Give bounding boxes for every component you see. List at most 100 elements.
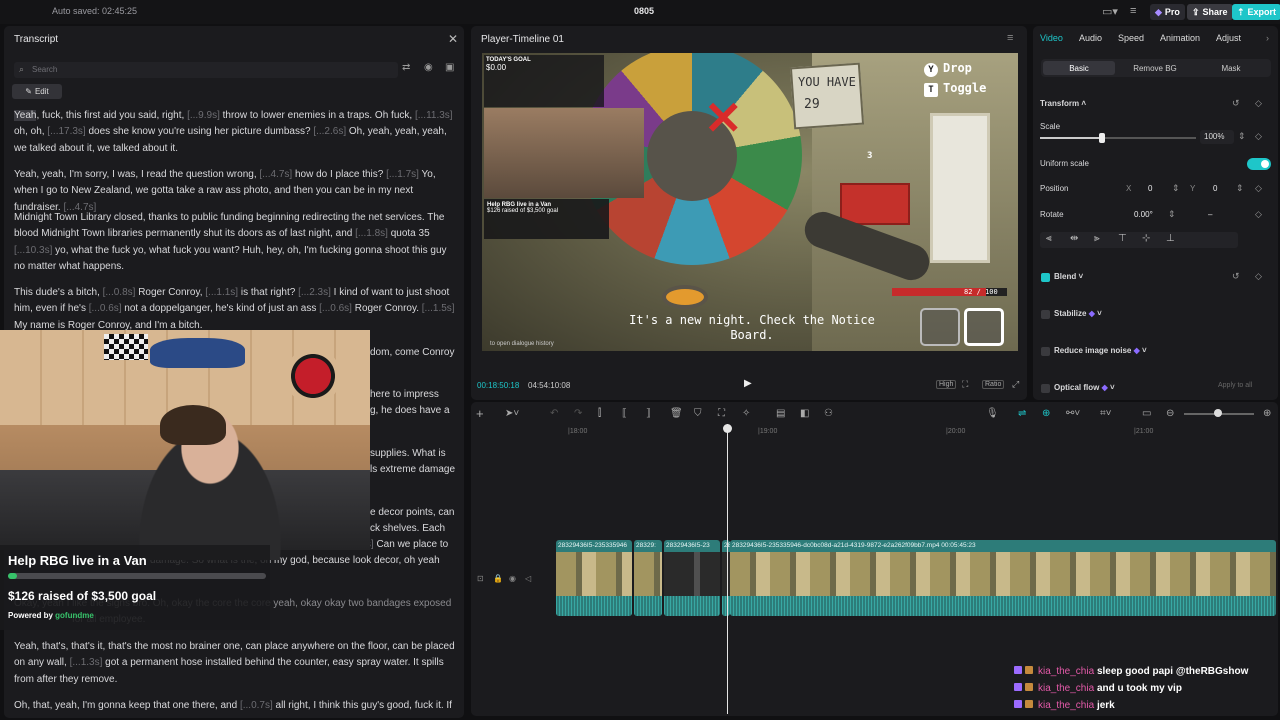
select-tool-icon[interactable]: ➤˅ bbox=[505, 408, 519, 419]
transcript-paragraph[interactable]: Oh, that, yeah, I'm gonna keep that one … bbox=[14, 698, 456, 714]
seg-remove-bg[interactable]: Remove BG bbox=[1119, 61, 1191, 75]
caption-icon[interactable]: ▤ bbox=[776, 408, 785, 419]
fullscreen-icon[interactable]: ⤢ bbox=[1012, 379, 1019, 390]
stepper-icon[interactable]: ⇕ bbox=[1238, 131, 1246, 142]
lock-icon[interactable]: 🔒 bbox=[493, 574, 503, 583]
timeline-clip[interactable]: 28329436I5-23 bbox=[664, 540, 720, 616]
keyframe-icon[interactable]: ◇ bbox=[1255, 131, 1262, 142]
transcript-paragraph[interactable]: Yeah, that's, that's it, that's the most… bbox=[14, 639, 456, 688]
scale-slider[interactable] bbox=[1040, 133, 1196, 143]
person-icon[interactable]: ⚇ bbox=[824, 408, 833, 419]
position-y-field[interactable]: 0 bbox=[1213, 184, 1217, 193]
tab-animation[interactable]: Animation bbox=[1160, 33, 1200, 43]
stepper-icon[interactable]: ⇕ bbox=[1172, 183, 1180, 194]
tab-speed[interactable]: Speed bbox=[1118, 33, 1144, 43]
transcript-paragraph[interactable]: Yeah, fuck, this first aid you said, rig… bbox=[14, 108, 456, 157]
align-center-icon[interactable]: ⇹ bbox=[1070, 233, 1078, 244]
rotate-field[interactable]: 0.00° bbox=[1134, 210, 1153, 219]
volume-icon[interactable]: ◁ bbox=[525, 574, 531, 583]
stepper-icon[interactable]: ⇕ bbox=[1168, 209, 1176, 220]
timeline-clip-selected[interactable]: 28329436I5-235335946-dc0bc08d-a21d-4319-… bbox=[730, 540, 1276, 616]
playhead-handle[interactable] bbox=[723, 424, 732, 433]
zoom-in-icon[interactable]: ⊕ bbox=[1263, 408, 1271, 419]
transform-heading[interactable]: Transform ˄ bbox=[1040, 99, 1086, 108]
apply-to-all-button[interactable]: Apply to all bbox=[1218, 382, 1252, 389]
position-x-field[interactable]: 0 bbox=[1148, 184, 1152, 193]
transcript-paragraph[interactable]: Yeah, yeah, I'm sorry, I was, I read the… bbox=[14, 167, 456, 216]
keyframe-icon[interactable]: ◇ bbox=[1255, 183, 1262, 194]
video-preview[interactable]: ✕ YOU HAVE 29 3 TODAY'S GOAL $0.00 Help R… bbox=[482, 53, 1018, 351]
transcript-paragraph[interactable]: This dude's a bitch, [...0.8s] Roger Con… bbox=[14, 285, 456, 334]
redo-icon[interactable]: ↷ bbox=[574, 408, 582, 419]
preview-icon[interactable]: ⌗˅ bbox=[1100, 408, 1111, 419]
ratio-button[interactable]: Ratio bbox=[982, 380, 1005, 389]
caption-icon[interactable]: ▣ bbox=[445, 62, 454, 73]
stepper-icon[interactable]: ⇕ bbox=[1236, 183, 1244, 194]
scale-field[interactable]: 100% bbox=[1200, 130, 1234, 144]
stabilize-checkbox[interactable] bbox=[1041, 310, 1050, 319]
eye-icon[interactable]: ◉ bbox=[424, 62, 433, 73]
seg-basic[interactable]: Basic bbox=[1043, 61, 1115, 75]
quality-button[interactable]: High bbox=[936, 380, 957, 389]
layout-icon[interactable]: ▭▾ bbox=[1102, 5, 1118, 18]
transcript-paragraph[interactable]: Midnight Town Library closed, thanks to … bbox=[14, 210, 456, 276]
zoom-slider[interactable] bbox=[1184, 409, 1254, 417]
menu-icon[interactable]: ≡ bbox=[1130, 5, 1136, 17]
rotate-flip[interactable]: – bbox=[1208, 210, 1212, 219]
playhead[interactable] bbox=[727, 424, 728, 714]
share-button[interactable]: ⇪ Share bbox=[1187, 4, 1233, 20]
add-icon[interactable]: + bbox=[476, 406, 484, 421]
align-right-icon[interactable]: ⫸ bbox=[1094, 233, 1100, 244]
split-icon[interactable]: ⫿ bbox=[598, 408, 601, 419]
replace-icon[interactable]: ⇄ bbox=[402, 62, 410, 73]
pro-button[interactable]: ◆ Pro bbox=[1150, 4, 1185, 20]
magic-icon[interactable]: ✧ bbox=[742, 408, 750, 419]
seg-mask[interactable]: Mask bbox=[1195, 61, 1267, 75]
trim-left-icon[interactable]: ⟦ bbox=[622, 408, 627, 419]
tab-audio[interactable]: Audio bbox=[1079, 33, 1102, 43]
edit-button[interactable]: ✎ Edit bbox=[12, 84, 62, 99]
play-button[interactable]: ▶ bbox=[744, 378, 756, 392]
crop-icon[interactable]: ⛶ bbox=[718, 408, 725, 419]
align-left-icon[interactable]: ⫷ bbox=[1046, 233, 1052, 244]
blend-checkbox[interactable] bbox=[1041, 273, 1050, 282]
reset-icon[interactable]: ↺ bbox=[1232, 98, 1240, 109]
align-bottom-icon[interactable]: ⊥ bbox=[1166, 233, 1175, 244]
keyframe-icon[interactable]: ◇ bbox=[1255, 209, 1262, 220]
transcript-search-input[interactable]: ⌕ Search bbox=[14, 62, 398, 78]
delete-icon[interactable]: 🗑 bbox=[670, 408, 683, 419]
tab-video[interactable]: Video bbox=[1040, 33, 1063, 43]
close-icon[interactable]: ✕ bbox=[448, 32, 458, 46]
align-top-icon[interactable]: ⊤ bbox=[1118, 233, 1127, 244]
eye-icon[interactable]: ◉ bbox=[509, 574, 516, 583]
menu-icon[interactable]: ≡ bbox=[1007, 32, 1013, 44]
project-title: 0805 bbox=[634, 6, 655, 16]
track-settings-icon[interactable]: ⊡ bbox=[477, 574, 484, 583]
optical-flow-checkbox[interactable] bbox=[1041, 384, 1050, 393]
gofundme-logo: gofundme bbox=[55, 611, 94, 620]
timeline-clip[interactable]: 28329: bbox=[634, 540, 662, 616]
uniform-scale-toggle[interactable] bbox=[1247, 158, 1271, 170]
reduce-noise-checkbox[interactable] bbox=[1041, 347, 1050, 356]
crop-icon[interactable]: ⛶ bbox=[962, 379, 968, 390]
ruler-tick: |18:00 bbox=[568, 428, 588, 435]
export-button[interactable]: ⇡ Export bbox=[1232, 4, 1280, 20]
mirror-icon[interactable]: ◧ bbox=[800, 408, 809, 419]
chevron-right-icon[interactable]: › bbox=[1266, 33, 1269, 43]
magnet-icon[interactable]: ⊕ bbox=[1042, 408, 1050, 419]
link-icon[interactable]: ⇌ bbox=[1018, 408, 1026, 419]
keyframe-icon[interactable]: ◇ bbox=[1255, 98, 1262, 109]
shield-icon[interactable]: ⛉ bbox=[694, 408, 702, 419]
timeline-clip[interactable]: 28 bbox=[722, 540, 730, 616]
caption-icon[interactable]: ▭ bbox=[1142, 408, 1151, 419]
tab-adjust[interactable]: Adjust bbox=[1216, 33, 1241, 43]
zoom-out-icon[interactable]: ⊖ bbox=[1166, 408, 1174, 419]
chain-icon[interactable]: ⚯˅ bbox=[1066, 408, 1080, 419]
microphone-icon[interactable]: 🎙 bbox=[986, 408, 999, 419]
keyframe-icon[interactable]: ◇ bbox=[1255, 271, 1262, 282]
align-middle-icon[interactable]: ⊹ bbox=[1142, 233, 1150, 244]
trim-right-icon[interactable]: ⟧ bbox=[646, 408, 651, 419]
reset-icon[interactable]: ↺ bbox=[1232, 271, 1240, 282]
timeline-clip[interactable]: 28329436I5-235335946 bbox=[556, 540, 632, 616]
undo-icon[interactable]: ↶ bbox=[550, 408, 558, 419]
